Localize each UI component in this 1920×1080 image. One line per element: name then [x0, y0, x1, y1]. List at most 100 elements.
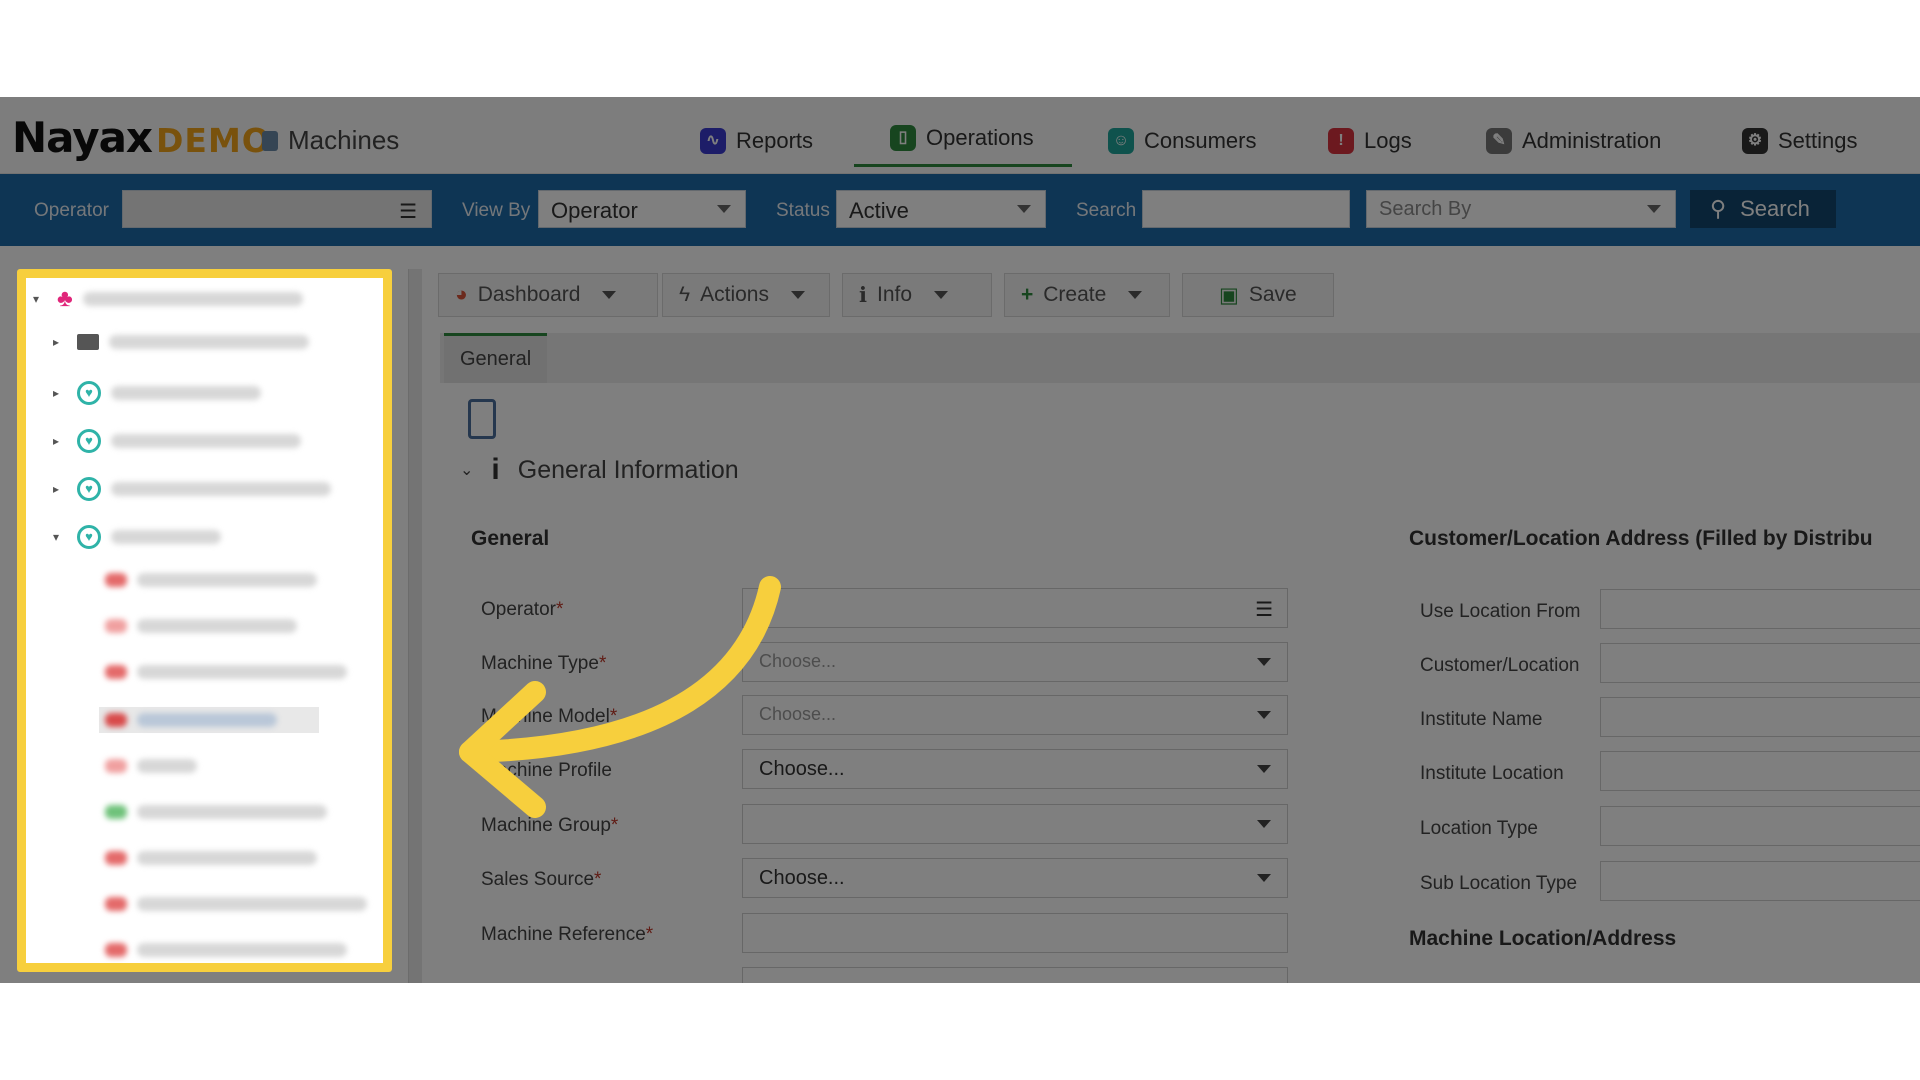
chevron-down-icon	[1257, 658, 1271, 666]
tree-leaf[interactable]	[105, 619, 297, 633]
operator-select[interactable]: ☰	[122, 190, 432, 228]
chevron-down-icon	[1257, 820, 1271, 828]
searchby-select[interactable]: Search By	[1366, 190, 1676, 228]
list-icon: ☰	[1255, 599, 1273, 621]
machine-reference-field[interactable]	[742, 913, 1288, 953]
tree-node[interactable]: ▾ ♥	[53, 525, 221, 549]
tree-root[interactable]: ▾ ♣	[33, 285, 303, 313]
expand-icon[interactable]: ▾	[33, 292, 47, 306]
status-label: Status	[776, 200, 830, 221]
tree-leaf[interactable]	[105, 897, 367, 911]
save-icon: ▣	[1219, 283, 1239, 307]
app-window: Nayax DEMO Machines ∿ Reports ▯ Operations …	[0, 97, 1920, 983]
search-input[interactable]	[1142, 190, 1350, 228]
use-location-from-label: Use Location From	[1420, 601, 1581, 622]
general-heading: General	[471, 527, 550, 550]
operator-field-label: Operator*	[481, 599, 564, 620]
machine-icon	[105, 759, 127, 773]
section-header[interactable]: ⌄ i General Information	[460, 453, 739, 487]
machine-profile-label: Machine Profile	[481, 760, 612, 781]
tree-leaf-selected[interactable]	[99, 707, 319, 733]
info-button[interactable]: ℹ Info	[842, 273, 992, 317]
machine-type-label: Machine Type*	[481, 653, 607, 674]
machine-reference-label: Machine Reference*	[481, 924, 654, 945]
tree-leaf[interactable]	[105, 943, 347, 957]
sales-source-label: Sales Source*	[481, 869, 602, 890]
collapse-icon[interactable]: ▾	[53, 530, 67, 544]
dashboard-button[interactable]: ◕ Dashboard	[438, 273, 658, 317]
chevron-down-icon	[717, 205, 731, 213]
location-pin-icon: ♥	[77, 381, 101, 405]
sub-location-type-field[interactable]	[1600, 861, 1920, 901]
search-icon: ⚲	[1710, 196, 1727, 221]
status-select[interactable]: Active	[836, 190, 1046, 228]
tree-node[interactable]: ▸ ♥	[53, 429, 301, 453]
search-button[interactable]: ⚲ Search	[1690, 190, 1836, 228]
nav-operations[interactable]: ▯ Operations	[854, 115, 1072, 167]
plus-icon: +	[1021, 283, 1034, 306]
section-title: General Information	[517, 455, 739, 484]
tree-node[interactable]: ▸ ♥	[53, 477, 331, 501]
nayax-logo[interactable]: Nayax DEMO	[12, 113, 271, 162]
tree-leaf[interactable]	[105, 805, 327, 819]
consumers-icon: ☺	[1108, 128, 1134, 154]
actions-button[interactable]: ϟ Actions	[662, 273, 830, 317]
save-button[interactable]: ▣ Save	[1182, 273, 1334, 317]
collapse-chevron-icon[interactable]: ⌄	[460, 460, 473, 480]
machine-profile-select[interactable]: Choose...	[742, 749, 1288, 789]
institute-location-field[interactable]	[1600, 751, 1920, 791]
next-field[interactable]	[742, 967, 1288, 983]
nav-settings[interactable]: ⚙ Settings	[1742, 121, 1858, 161]
nav-consumers[interactable]: ☺ Consumers	[1108, 121, 1256, 161]
expand-icon[interactable]: ▸	[53, 482, 67, 496]
nav-logs[interactable]: ! Logs	[1328, 121, 1412, 161]
tree-node[interactable]: ▸ ♥	[53, 381, 261, 405]
tree-leaf[interactable]	[105, 851, 317, 865]
tree-leaf[interactable]	[105, 665, 347, 679]
machine-model-select[interactable]: Choose...	[742, 695, 1288, 735]
list-icon: ☰	[399, 201, 417, 223]
chevron-down-icon	[1257, 765, 1271, 773]
location-pin-icon: ♥	[77, 429, 101, 453]
tree-node[interactable]: ▸	[53, 334, 309, 350]
machine-icon	[105, 713, 127, 727]
lightning-icon: ϟ	[679, 283, 691, 306]
chevron-down-icon	[1257, 711, 1271, 719]
tree-leaf[interactable]	[105, 573, 317, 587]
sales-source-select[interactable]: Choose...	[742, 858, 1288, 898]
expand-icon[interactable]: ▸	[53, 434, 67, 448]
administration-icon: ✎	[1486, 128, 1512, 154]
filter-bar: Operator ☰ View By Operator Status Activ…	[0, 174, 1920, 246]
viewby-select[interactable]: Operator	[538, 190, 746, 228]
info-icon: i	[491, 453, 500, 486]
location-pin-icon: ♥	[77, 477, 101, 501]
tab-bar	[440, 333, 1920, 383]
machine-group-select[interactable]	[742, 804, 1288, 844]
tab-general[interactable]: General	[444, 333, 548, 383]
panel-splitter[interactable]	[408, 269, 422, 983]
use-location-from-field[interactable]	[1600, 589, 1920, 629]
machine-icon	[105, 897, 127, 911]
create-button[interactable]: + Create	[1004, 273, 1170, 317]
tree-leaf[interactable]	[105, 759, 197, 773]
expand-icon[interactable]: ▸	[53, 335, 67, 349]
top-navigation: Nayax DEMO Machines ∿ Reports ▯ Operations …	[0, 97, 1920, 174]
chevron-down-icon	[1128, 291, 1143, 299]
sub-location-type-label: Sub Location Type	[1420, 873, 1578, 894]
institute-name-field[interactable]	[1600, 697, 1920, 737]
operator-field[interactable]: ☰	[742, 588, 1288, 628]
nav-administration[interactable]: ✎ Administration	[1486, 121, 1661, 161]
machine-icon	[262, 130, 278, 151]
expand-icon[interactable]: ▸	[53, 386, 67, 400]
hierarchy-icon: ♣	[57, 285, 73, 312]
location-type-field[interactable]	[1600, 806, 1920, 846]
customer-location-field[interactable]	[1600, 643, 1920, 683]
customer-location-label: Customer/Location	[1420, 655, 1580, 676]
operations-icon: ▯	[890, 124, 916, 151]
machine-icon	[105, 573, 127, 587]
chevron-down-icon	[1017, 205, 1031, 213]
location-type-label: Location Type	[1420, 818, 1538, 839]
machine-type-select[interactable]: Choose...	[742, 642, 1288, 682]
machine-icon	[105, 665, 127, 679]
nav-reports[interactable]: ∿ Reports	[700, 121, 813, 161]
